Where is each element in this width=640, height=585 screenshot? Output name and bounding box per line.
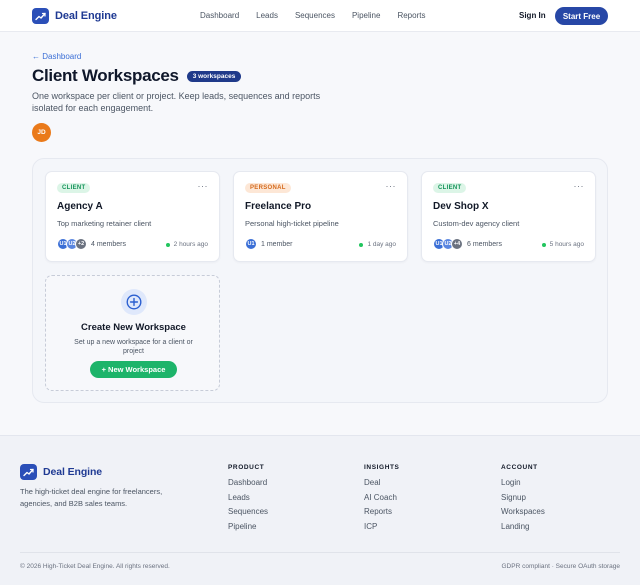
user-avatar[interactable]: JD [32,123,51,142]
footer-link-dashboard[interactable]: Dashboard [228,478,268,493]
workspace-members: U1 1 member [245,238,293,250]
member-avatar: U1 [245,238,257,250]
footer-link-leads[interactable]: Leads [228,493,268,508]
gdpr-notice: GDPR compliant · Secure OAuth storage [501,563,621,570]
member-overflow-avatar: +2 [75,238,87,250]
workspace-type-tag: CLIENT [57,183,91,193]
workspace-count-badge: 3 workspaces [186,70,242,82]
nav-link-sequences[interactable]: Sequences [295,11,335,20]
last-activity: 5 hours ago [541,241,584,248]
page-subtitle: One workspace per client or project. Kee… [32,91,321,113]
footer-column-account: ACCOUNT Login Signup Workspaces Landing [501,464,545,536]
workspace-card-freelance-pro[interactable]: PERSONAL ··· Freelance Pro Personal high… [233,171,408,262]
top-nav: Deal Engine Dashboard Leads Sequences Pi… [0,0,640,32]
active-status-dot-icon [359,242,364,247]
member-overflow-avatar: +4 [451,238,463,250]
last-activity-time: 2 hours ago [173,241,208,248]
brand-name: Deal Engine [55,10,117,22]
member-count: 6 members [467,240,503,248]
back-to-dashboard-link[interactable]: ← Dashboard [32,52,81,61]
footer-link-workspaces[interactable]: Workspaces [501,507,545,522]
more-options-icon[interactable]: ··· [198,181,209,191]
nav-links: Dashboard Leads Sequences Pipeline Repor… [200,11,442,20]
workspace-members: U1 U2 +2 4 members [57,238,126,250]
title-row: Client Workspaces 3 workspaces [32,66,242,86]
last-activity: 2 hours ago [165,241,208,248]
workspace-type-tag: CLIENT [433,183,467,193]
workspace-card-dev-shop-x[interactable]: CLIENT ··· Dev Shop X Custom-dev agency … [421,171,596,262]
chart-trend-icon [32,8,49,24]
footer-column-heading: INSIGHTS [364,464,400,471]
footer-link-login[interactable]: Login [501,478,545,493]
start-free-button[interactable]: Start Free [555,7,608,25]
member-count: 1 member [261,240,293,248]
workspace-members: U1 U2 +4 6 members [433,238,502,250]
member-count: 4 members [91,240,127,248]
footer: Deal Engine The high-ticket deal engine … [0,435,640,585]
footer-link-pipeline[interactable]: Pipeline [228,522,268,537]
plus-circle-icon [121,289,147,315]
workspace-name: Agency A [57,201,103,212]
active-status-dot-icon [165,242,170,247]
workspace-description: Top marketing retainer client [57,219,152,228]
more-options-icon[interactable]: ··· [386,181,397,191]
copyright-text: © 2026 High-Ticket Deal Engine. All righ… [20,563,170,570]
footer-link-sequences[interactable]: Sequences [228,507,268,522]
page-title: Client Workspaces [32,66,179,85]
footer-link-signup[interactable]: Signup [501,493,545,508]
workspace-name: Freelance Pro [245,201,312,212]
nav-link-pipeline[interactable]: Pipeline [352,11,380,20]
nav-link-reports[interactable]: Reports [397,11,425,20]
footer-column-heading: PRODUCT [228,464,265,471]
workspace-type-tag: PERSONAL [245,183,291,193]
active-status-dot-icon [541,242,546,247]
new-workspace-button[interactable]: + New Workspace [90,361,177,378]
nav-link-dashboard[interactable]: Dashboard [200,11,239,20]
footer-description: The high-ticket deal engine for freelanc… [20,487,163,508]
footer-link-icp[interactable]: ICP [364,522,400,537]
brand[interactable]: Deal Engine [32,8,117,24]
more-options-icon[interactable]: ··· [574,181,585,191]
last-activity: 1 day ago [359,241,396,248]
footer-link-landing[interactable]: Landing [501,522,545,537]
chart-trend-icon [20,464,37,480]
workspace-name: Dev Shop X [433,201,489,212]
footer-column-heading: ACCOUNT [501,464,538,471]
footer-column-product: PRODUCT Dashboard Leads Sequences Pipeli… [228,464,268,536]
footer-link-deal[interactable]: Deal [364,478,400,493]
footer-brand[interactable]: Deal Engine [20,464,102,480]
create-workspace-card[interactable]: Create New Workspace Set up a new worksp… [45,275,220,391]
footer-link-ai-coach[interactable]: AI Coach [364,493,400,508]
workspace-card-agency-a[interactable]: CLIENT ··· Agency A Top marketing retain… [45,171,220,262]
footer-column-insights: INSIGHTS Deal AI Coach Reports ICP [364,464,400,536]
create-workspace-title: Create New Workspace [81,322,186,333]
footer-divider [20,552,620,553]
workspaces-panel: CLIENT ··· Agency A Top marketing retain… [32,158,608,403]
last-activity-time: 1 day ago [367,241,396,248]
last-activity-time: 5 hours ago [549,241,584,248]
workspace-description: Custom-dev agency client [433,219,520,228]
footer-link-reports[interactable]: Reports [364,507,400,522]
create-workspace-description: Set up a new workspace for a client or p… [74,339,193,355]
nav-link-leads[interactable]: Leads [256,11,278,20]
workspace-description: Personal high-ticket pipeline [245,219,339,228]
sign-in-link[interactable]: Sign In [519,11,546,20]
footer-brand-name: Deal Engine [43,466,102,478]
